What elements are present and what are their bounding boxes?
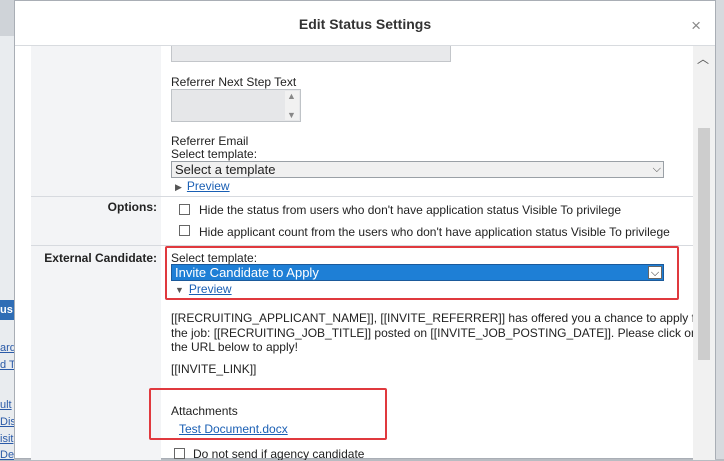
referrer-preview-link[interactable]: Preview	[187, 179, 230, 193]
expand-triangle-icon: ▶	[175, 182, 182, 192]
referrer-field-input[interactable]	[171, 46, 451, 62]
highlight-box-template	[165, 246, 679, 300]
edit-status-dialog: Edit Status Settings × Referrer Next Ste…	[14, 0, 716, 460]
do-not-send-checkbox[interactable]	[174, 448, 185, 459]
referrer-template-value: Select a template	[175, 162, 276, 177]
dialog-content: Referrer Next Step Text ▲ ▼ Referrer Ema…	[15, 46, 693, 460]
dialog-titlebar: Edit Status Settings ×	[15, 1, 715, 46]
scrollbar-thumb[interactable]	[698, 128, 710, 360]
options-label: Options:	[107, 200, 157, 214]
background-page-right	[716, 0, 724, 459]
hide-status-checkbox[interactable]	[179, 204, 190, 215]
message-line: the job: [[RECRUITING_JOB_TITLE]] posted…	[171, 326, 693, 340]
message-line: [[RECRUITING_APPLICANT_NAME]], [[INVITE_…	[171, 311, 693, 325]
background-fragment[interactable]: Dis	[0, 416, 14, 428]
background-fragment[interactable]: d T	[0, 359, 14, 371]
background-fragment[interactable]: arde	[0, 342, 14, 354]
dialog-scrollbar[interactable]: ︿	[693, 46, 715, 460]
referrer-preview-toggle[interactable]: ▶ Preview	[175, 179, 230, 193]
hide-status-label: Hide the status from users who don't hav…	[199, 203, 622, 217]
scroll-up-icon[interactable]: ︿	[697, 50, 709, 67]
do-not-send-label: Do not send if agency candidate	[193, 447, 365, 460]
close-icon[interactable]: ×	[691, 16, 701, 36]
message-line: the URL below to apply!	[171, 340, 298, 354]
background-fragment[interactable]: isit	[0, 433, 14, 445]
referrer-next-step-label: Referrer Next Step Text	[171, 75, 297, 89]
textarea-scrollbar[interactable]: ▲ ▼	[285, 91, 299, 120]
hide-count-checkbox[interactable]	[179, 225, 190, 236]
referrer-email-label: Referrer Email	[171, 134, 249, 148]
referrer-template-select[interactable]: Select a template ⌵	[171, 161, 664, 178]
dialog-title: Edit Status Settings	[298, 16, 432, 32]
background-fragment: us	[0, 304, 13, 316]
background-fragment[interactable]: ult	[0, 399, 14, 411]
chevron-down-icon: ⌵	[652, 163, 661, 175]
background-page: us arde d T ult Dis isit Def	[0, 0, 14, 461]
referrer-next-step-textarea[interactable]: ▲ ▼	[171, 89, 301, 122]
background-header	[0, 0, 14, 36]
hide-count-label: Hide applicant count from the users who …	[199, 225, 670, 239]
scroll-down-icon[interactable]: ▼	[287, 110, 296, 120]
external-candidate-label: External Candidate:	[44, 251, 157, 265]
scroll-up-icon[interactable]: ▲	[287, 91, 296, 101]
message-link-token: [[INVITE_LINK]]	[171, 362, 257, 376]
select-template-label: Select template:	[171, 147, 258, 161]
background-fragment[interactable]: Def	[0, 449, 14, 461]
row-divider	[31, 196, 693, 197]
highlight-box-attachments	[149, 388, 387, 440]
